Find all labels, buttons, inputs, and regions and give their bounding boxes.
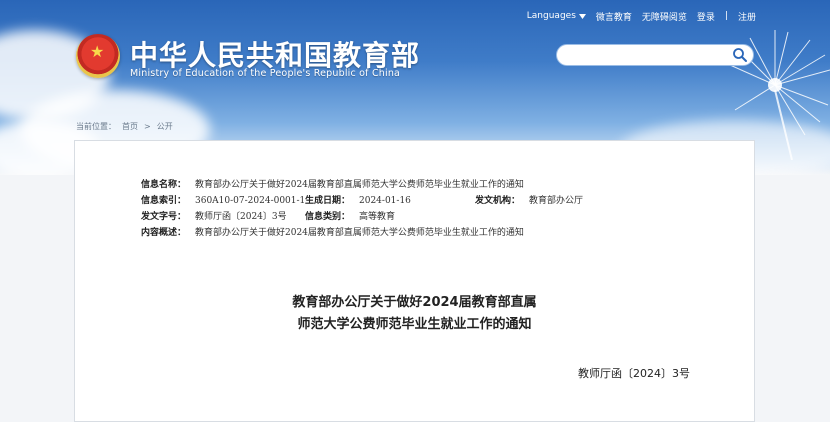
- breadcrumb-home[interactable]: 首页: [122, 121, 138, 132]
- breadcrumb-label: 当前位置：: [76, 122, 116, 131]
- document-title-line1: 教育部办公厅关于做好2024届教育部直属: [292, 295, 537, 310]
- languages-label: Languages: [526, 11, 576, 21]
- search-input[interactable]: [567, 47, 731, 64]
- info-summary-value: 教育部办公厅关于做好2024届教育部直属师范大学公费师范毕业生就业工作的通知: [195, 228, 524, 238]
- info-category-value: 高等教育: [359, 212, 396, 222]
- document-title-line2: 师范大学公费师范毕业生就业工作的通知: [297, 317, 532, 332]
- info-index-row: 信息索引： 360A10-07-2024-0001-1 生成日期： 2024-0…: [141, 193, 583, 209]
- chevron-down-icon: [578, 13, 586, 19]
- breadcrumb-separator: >: [144, 122, 151, 131]
- dandelion-decoration: [729, 30, 830, 160]
- info-docno-row: 发文字号： 教师厅函〔2024〕3号 信息类别： 高等教育: [141, 209, 583, 225]
- top-navigation: Languages 微言教育 无障碍阅览 登录 | 注册: [527, 8, 756, 24]
- info-index-label: 信息索引：: [141, 196, 187, 206]
- info-org-label: 发文机构：: [475, 196, 521, 206]
- info-summary-row: 内容概述： 教育部办公厅关于做好2024届教育部直属师范大学公费师范毕业生就业工…: [141, 225, 583, 241]
- info-summary-label: 内容概述：: [141, 228, 187, 238]
- search-box: [556, 44, 754, 66]
- info-date-value: 2024-01-16: [359, 196, 411, 206]
- accessibility-link[interactable]: 无障碍阅览: [642, 10, 687, 23]
- register-link[interactable]: 注册: [738, 10, 756, 23]
- info-docno-label: 发文字号：: [141, 212, 187, 222]
- info-date-label: 生成日期：: [305, 196, 351, 206]
- login-link[interactable]: 登录: [697, 10, 715, 23]
- star-icon: ★: [90, 42, 105, 61]
- document-number: 教师厅函〔2024〕3号: [578, 367, 690, 380]
- info-org-value: 教育部办公厅: [529, 196, 584, 206]
- breadcrumb: 当前位置： 首页 > 公开: [76, 121, 173, 132]
- search-icon[interactable]: [732, 47, 748, 63]
- content-panel: 信息名称： 教育部办公厅关于做好2024届教育部直属师范大学公费师范毕业生就业工…: [74, 140, 755, 422]
- info-name-row: 信息名称： 教育部办公厅关于做好2024届教育部直属师范大学公费师范毕业生就业工…: [141, 177, 583, 193]
- info-index-value: 360A10-07-2024-0001-1: [195, 196, 306, 206]
- info-metadata: 信息名称： 教育部办公厅关于做好2024届教育部直属师范大学公费师范毕业生就业工…: [141, 177, 583, 241]
- weibo-link[interactable]: 微言教育: [596, 10, 632, 23]
- languages-dropdown[interactable]: Languages: [527, 11, 586, 21]
- info-category-label: 信息类别：: [305, 212, 351, 222]
- info-docno-value: 教师厅函〔2024〕3号: [195, 212, 287, 222]
- site-subtitle: Ministry of Education of the People's Re…: [130, 68, 401, 79]
- nav-separator: |: [724, 11, 728, 21]
- breadcrumb-public[interactable]: 公开: [157, 121, 173, 132]
- info-name-value: 教育部办公厅关于做好2024届教育部直属师范大学公费师范毕业生就业工作的通知: [195, 180, 524, 190]
- info-name-label: 信息名称：: [141, 180, 187, 190]
